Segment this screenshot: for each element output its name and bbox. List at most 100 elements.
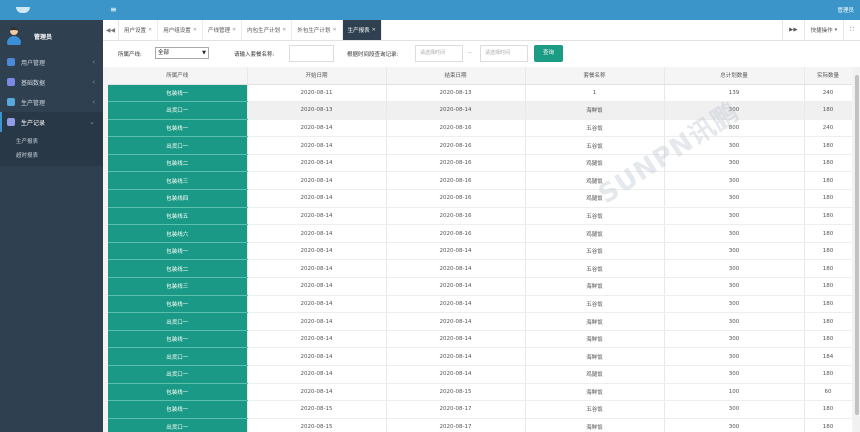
column-header-planned-qty[interactable]: 总计划数量: [664, 67, 805, 85]
tab-label: 产线管理: [207, 28, 230, 34]
column-header-start-date[interactable]: 开始日期: [247, 67, 387, 85]
user-profile[interactable]: 管理员: [0, 20, 103, 52]
tab-scroll-left-button[interactable]: ◀◀: [103, 20, 119, 40]
line-filter-label: 所属产线:: [118, 52, 142, 58]
cell-actual-qty: 180: [804, 295, 852, 314]
cell-line: 包装线三: [108, 277, 248, 296]
quick-operations-menu[interactable]: 快捷操作 ▾: [803, 20, 844, 40]
tab-bar: ◀◀ 用户设置 ✕ 用户组设置 ✕ 产线管理 ✕ 内包生产计划 ✕ 外包生产计划 ✕ 生产…: [103, 20, 860, 41]
cell-end-date: 2020-08-16: [386, 207, 526, 226]
cell-actual-qty: 180: [804, 400, 852, 419]
cell-meal-name: 五谷饭: [525, 259, 665, 279]
cell-meal-name: 海鲜饭: [525, 418, 665, 432]
table-row[interactable]: 包装线三 2020-08-14 2020-08-14 海鲜饭 300 180: [108, 277, 852, 296]
cell-end-date: 2020-08-14: [386, 242, 526, 261]
scrollbar-thumb[interactable]: [855, 75, 859, 415]
cell-actual-qty: 184: [804, 347, 852, 366]
cell-line: 出货口一: [108, 418, 248, 432]
cell-line: 出货口一: [108, 101, 248, 120]
tab-user-group-settings[interactable]: 用户组设置 ✕: [158, 20, 203, 40]
column-header-end-date[interactable]: 结束日期: [386, 67, 526, 85]
line-select[interactable]: 全部 ▼: [155, 47, 209, 59]
chevron-down-icon: ⌄: [89, 118, 95, 126]
tab-user-settings[interactable]: 用户设置 ✕: [119, 20, 159, 40]
table-row[interactable]: 包装线二 2020-08-14 2020-08-14 五谷饭 300 180: [108, 259, 852, 279]
cell-start-date: 2020-08-14: [247, 207, 387, 226]
table-row[interactable]: 出货口一 2020-08-15 2020-08-17 海鲜饭 300 180: [108, 418, 852, 432]
table-row[interactable]: 包装线一 2020-08-14 2020-08-14 五谷饭 300 180: [108, 242, 852, 261]
cell-end-date: 2020-08-14: [386, 277, 526, 296]
table-row[interactable]: 包装线一 2020-08-11 2020-08-13 1 139 240: [108, 84, 852, 103]
sidebar-subitem-production-report[interactable]: 生产报表: [0, 134, 103, 148]
cell-planned-qty: 300: [664, 189, 805, 208]
sidebar-subitem-overtime-report[interactable]: 超时报表: [0, 148, 103, 162]
top-bar: ≡ 管理员: [103, 0, 860, 20]
chevron-down-icon: ▾: [834, 27, 838, 33]
close-icon[interactable]: ✕: [372, 27, 376, 33]
sidebar-item-production-management[interactable]: 生产管理 ‹: [0, 92, 103, 112]
cell-line: 包装线二: [108, 259, 248, 279]
table-row[interactable]: 出货口一 2020-08-13 2020-08-14 海鲜饭 300 180: [108, 101, 852, 120]
table-row[interactable]: 包装线六 2020-08-14 2020-08-16 鸡腿饭 300 180: [108, 224, 852, 243]
cell-start-date: 2020-08-14: [247, 347, 387, 366]
table-row[interactable]: 包装线一 2020-08-14 2020-08-14 五谷饭 300 180: [108, 295, 852, 314]
sidebar-item-label: 基础数据: [21, 79, 46, 87]
cell-planned-qty: 300: [664, 207, 805, 226]
logo[interactable]: [0, 0, 103, 20]
cell-planned-qty: 300: [664, 365, 805, 384]
tab-production-report[interactable]: 生产报表 ✕: [342, 20, 382, 40]
table-row[interactable]: 包装线一 2020-08-14 2020-08-16 五谷饭 800 240: [108, 119, 852, 138]
cell-start-date: 2020-08-14: [247, 224, 387, 243]
sidebar-item-user-management[interactable]: 用户管理 ‹: [0, 52, 103, 72]
close-icon[interactable]: ✕: [148, 27, 152, 33]
range-separator: --: [468, 50, 472, 56]
cell-meal-name: 海鲜饭: [525, 330, 665, 349]
table-row[interactable]: 包装线一 2020-08-14 2020-08-14 海鲜饭 300 180: [108, 330, 852, 349]
close-icon[interactable]: ✕: [193, 27, 197, 33]
table-row[interactable]: 出货口一 2020-08-14 2020-08-14 海鲜饭 300 184: [108, 347, 852, 366]
vertical-scrollbar[interactable]: [854, 67, 860, 432]
query-button[interactable]: 查询: [534, 45, 563, 62]
table-row[interactable]: 包装线二 2020-08-14 2020-08-16 鸡腿饭 300 180: [108, 154, 852, 173]
tab-inner-plan[interactable]: 内包生产计划 ✕: [242, 20, 293, 40]
cell-meal-name: 海鲜饭: [525, 277, 665, 296]
cell-start-date: 2020-08-15: [247, 400, 387, 419]
sidebar-submenu: 生产报表 超时报表: [0, 132, 103, 166]
start-time-input[interactable]: 请选择时间: [415, 45, 463, 62]
table-row[interactable]: 包装线一 2020-08-15 2020-08-17 五谷饭 300 180: [108, 400, 852, 419]
table-row[interactable]: 出货口一 2020-08-14 2020-08-16 五谷饭 300 180: [108, 136, 852, 155]
table-row[interactable]: 出货口一 2020-08-14 2020-08-14 鸡腿饭 300 180: [108, 365, 852, 384]
cell-actual-qty: 180: [804, 365, 852, 384]
column-header-line[interactable]: 所属产线: [108, 67, 248, 85]
cell-planned-qty: 300: [664, 418, 805, 432]
sidebar-item-production-records[interactable]: 生产记录 ⌄: [0, 112, 103, 132]
close-icon[interactable]: ✕: [332, 27, 336, 33]
end-time-input[interactable]: 请选择时间: [480, 45, 528, 62]
cell-actual-qty: 180: [804, 189, 852, 208]
table-row[interactable]: 包装线四 2020-08-14 2020-08-16 鸡腿饭 300 180: [108, 189, 852, 208]
cell-end-date: 2020-08-14: [386, 347, 526, 366]
tab-outer-plan[interactable]: 外包生产计划 ✕: [292, 20, 343, 40]
close-icon[interactable]: ✕: [232, 27, 236, 33]
table-row[interactable]: 包装线一 2020-08-14 2020-08-15 海鲜饭 100 60: [108, 383, 852, 402]
table-row[interactable]: 出货口一 2020-08-14 2020-08-14 海鲜饭 300 180: [108, 312, 852, 331]
column-header-meal-name[interactable]: 套餐名称: [525, 67, 665, 85]
tab-scroll-right-button[interactable]: ▶▶: [782, 20, 803, 40]
cell-line: 包装线一: [108, 119, 248, 138]
cell-planned-qty: 300: [664, 136, 805, 155]
cell-actual-qty: 180: [804, 259, 852, 279]
sidebar-item-base-data[interactable]: 基础数据 ‹: [0, 72, 103, 92]
sidebar-item-label: 用户管理: [21, 59, 46, 67]
cell-actual-qty: 180: [804, 277, 852, 296]
line-select-value: 全部: [158, 50, 170, 56]
tab-line-management[interactable]: 产线管理 ✕: [203, 20, 243, 40]
table-row[interactable]: 包装线三 2020-08-14 2020-08-16 鸡腿饭 300 180: [108, 171, 852, 191]
cell-start-date: 2020-08-14: [247, 295, 387, 314]
table-row[interactable]: 包装线五 2020-08-14 2020-08-16 五谷饭 300 180: [108, 207, 852, 226]
hamburger-menu-icon[interactable]: ≡: [110, 6, 117, 14]
column-header-actual-qty[interactable]: 实际数量: [804, 67, 852, 85]
close-icon[interactable]: ✕: [282, 27, 286, 33]
fullscreen-icon[interactable]: ⛶: [843, 20, 860, 40]
meal-name-input[interactable]: [289, 45, 334, 62]
topbar-user[interactable]: 管理员: [837, 6, 854, 14]
